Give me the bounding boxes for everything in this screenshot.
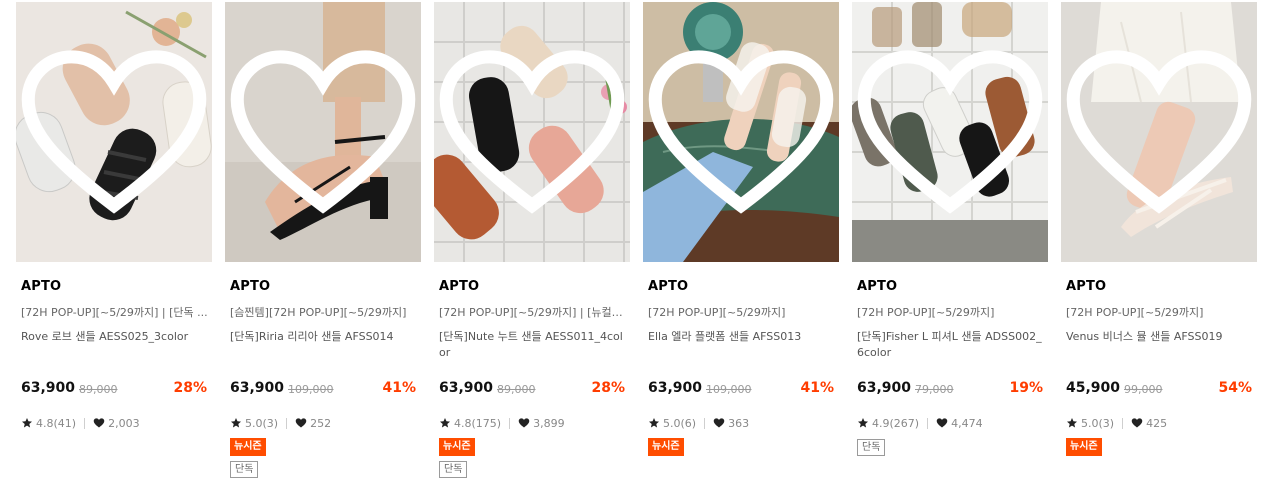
heart-filled-icon	[295, 418, 307, 428]
product-stats: 4.8(41) 2,003	[21, 415, 140, 431]
heart-filled-icon	[1131, 418, 1143, 428]
divider	[84, 417, 86, 429]
star-icon	[231, 418, 241, 428]
sale-price: 63,900	[648, 380, 703, 396]
divider	[927, 417, 929, 429]
product-card[interactable]: APTO [슴찐템][72H POP-UP][~5/29까지] [단독]Riri…	[225, 2, 421, 482]
product-image[interactable]	[434, 2, 630, 262]
product-image[interactable]	[16, 2, 212, 262]
product-stats: 5.0(6) 363	[648, 415, 749, 431]
divider	[704, 417, 706, 429]
product-stats: 4.9(267) 4,474	[857, 415, 983, 431]
brand-name[interactable]: APTO	[857, 279, 897, 294]
star-icon	[858, 418, 868, 428]
original-price: 109,000	[706, 383, 752, 396]
product-stats: 5.0(3) 425	[1066, 415, 1167, 431]
product-card[interactable]: APTO [72H POP-UP][~5/29까지] | [단독 ... Rov…	[16, 2, 212, 482]
new-season-badge: 뉴시즌	[230, 438, 266, 456]
rating-text: 5.0(3)	[1081, 416, 1115, 430]
brand-name[interactable]: APTO	[1066, 279, 1106, 294]
promo-text: [72H POP-UP][~5/29까지]	[648, 306, 786, 319]
promo-text: [72H POP-UP][~5/29까지] | [단독 ...	[21, 306, 208, 319]
rating-text: 4.8(41)	[36, 416, 77, 430]
new-season-badge: 뉴시즌	[648, 438, 684, 456]
product-card[interactable]: APTO [72H POP-UP][~5/29까지] Ella 엘라 플랫폼 샌…	[643, 2, 839, 482]
heart-outline-icon[interactable]	[852, 2, 1048, 262]
product-grid: APTO [72H POP-UP][~5/29까지] | [단독 ... Rov…	[16, 2, 1257, 482]
product-name[interactable]: [단독]Nute 누트 샌들 AESS011_4color	[439, 329, 629, 361]
original-price: 89,000	[79, 383, 118, 396]
heart-outline-icon[interactable]	[225, 2, 421, 262]
product-name[interactable]: Venus 비너스 뮬 샌들 AFSS019	[1066, 329, 1256, 345]
product-name[interactable]: Ella 엘라 플랫폼 샌들 AFSS013	[648, 329, 838, 345]
exclusive-badge: 단독	[439, 461, 468, 478]
product-stats: 5.0(3) 252	[230, 415, 331, 431]
heart-filled-icon	[518, 418, 530, 428]
promo-text: [72H POP-UP][~5/29까지] | [뉴컬러...	[439, 306, 629, 319]
promo-text: [72H POP-UP][~5/29까지]	[1066, 306, 1204, 319]
like-count: 2,003	[108, 416, 140, 430]
divider	[286, 417, 288, 429]
like-count: 363	[728, 416, 750, 430]
original-price: 79,000	[915, 383, 954, 396]
heart-filled-icon	[93, 418, 105, 428]
rating-text: 5.0(6)	[663, 416, 697, 430]
product-image[interactable]	[852, 2, 1048, 262]
product-image[interactable]	[1061, 2, 1257, 262]
original-price: 89,000	[497, 383, 536, 396]
brand-name[interactable]: APTO	[648, 279, 688, 294]
product-name[interactable]: [단독]Riria 리리아 샌들 AFSS014	[230, 329, 420, 345]
promo-text: [슴찐템][72H POP-UP][~5/29까지]	[230, 306, 407, 319]
heart-outline-icon[interactable]	[643, 2, 839, 262]
discount-rate: 41%	[382, 380, 416, 396]
sale-price: 63,900	[21, 380, 76, 396]
divider	[1122, 417, 1124, 429]
divider	[509, 417, 511, 429]
product-card[interactable]: APTO [72H POP-UP][~5/29까지] [단독]Fisher L …	[852, 2, 1048, 482]
sale-price: 63,900	[230, 380, 285, 396]
star-icon	[649, 418, 659, 428]
heart-outline-icon[interactable]	[16, 2, 212, 262]
new-season-badge: 뉴시즌	[439, 438, 475, 456]
product-card[interactable]: APTO [72H POP-UP][~5/29까지] | [뉴컬러... [단독…	[434, 2, 630, 482]
rating-text: 4.9(267)	[872, 416, 920, 430]
brand-name[interactable]: APTO	[230, 279, 270, 294]
brand-name[interactable]: APTO	[21, 279, 61, 294]
star-icon	[22, 418, 32, 428]
rating-text: 4.8(175)	[454, 416, 502, 430]
heart-filled-icon	[713, 418, 725, 428]
discount-rate: 19%	[1009, 380, 1043, 396]
heart-filled-icon	[936, 418, 948, 428]
star-icon	[440, 418, 450, 428]
like-count: 425	[1146, 416, 1168, 430]
original-price: 109,000	[288, 383, 334, 396]
product-image[interactable]	[643, 2, 839, 262]
heart-outline-icon[interactable]	[434, 2, 630, 262]
brand-name[interactable]: APTO	[439, 279, 479, 294]
rating-text: 5.0(3)	[245, 416, 279, 430]
promo-text: [72H POP-UP][~5/29까지]	[857, 306, 995, 319]
sale-price: 45,900	[1066, 380, 1121, 396]
discount-rate: 28%	[591, 380, 625, 396]
exclusive-badge: 단독	[857, 439, 886, 456]
sale-price: 63,900	[439, 380, 494, 396]
product-card[interactable]: APTO [72H POP-UP][~5/29까지] Venus 비너스 뮬 샌…	[1061, 2, 1257, 482]
new-season-badge: 뉴시즌	[1066, 438, 1102, 456]
heart-outline-icon[interactable]	[1061, 2, 1257, 262]
original-price: 99,000	[1124, 383, 1163, 396]
discount-rate: 28%	[173, 380, 207, 396]
discount-rate: 41%	[800, 380, 834, 396]
product-name[interactable]: Rove 로브 샌들 AESS025_3color	[21, 329, 211, 345]
like-count: 3,899	[533, 416, 565, 430]
product-image[interactable]	[225, 2, 421, 262]
like-count: 4,474	[951, 416, 983, 430]
product-name[interactable]: [단독]Fisher L 피셔L 샌들 ADSS002_6color	[857, 329, 1047, 361]
discount-rate: 54%	[1218, 380, 1252, 396]
product-stats: 4.8(175) 3,899	[439, 415, 565, 431]
exclusive-badge: 단독	[230, 461, 259, 478]
like-count: 252	[310, 416, 332, 430]
star-icon	[1067, 418, 1077, 428]
sale-price: 63,900	[857, 380, 912, 396]
